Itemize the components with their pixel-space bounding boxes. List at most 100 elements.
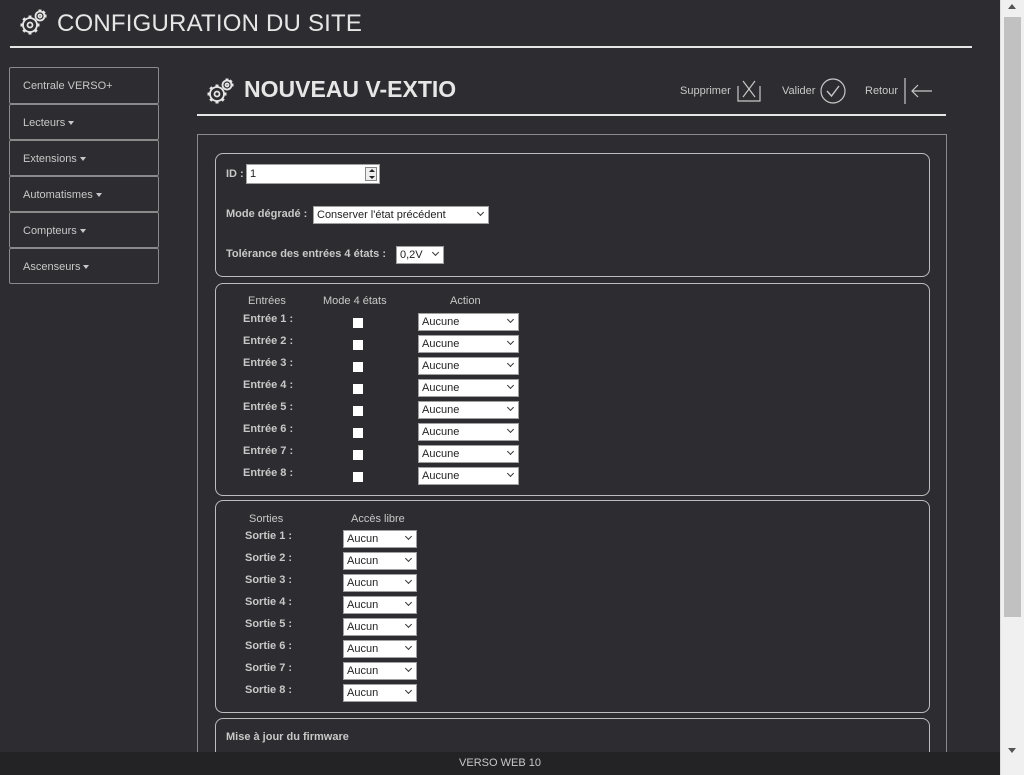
sidebar-item-label: Compteurs [23, 225, 77, 237]
sidebar-item-lecteurs[interactable]: Lecteurs [9, 104, 159, 140]
chevron-down-icon [404, 576, 413, 585]
chevron-down-icon [506, 425, 515, 434]
sidebar-item-automatismes[interactable]: Automatismes [9, 176, 159, 212]
output-access-select[interactable]: Aucun [343, 596, 417, 614]
outputs-column-header: Sorties [249, 513, 284, 525]
outputs-box: Sorties Accès libre Sortie 1 : Aucun Sorti… [215, 500, 930, 713]
chevron-down-icon [506, 469, 515, 478]
output-access-value: Aucun [347, 643, 379, 655]
four-state-checkbox[interactable] [353, 318, 363, 328]
sidebar-item-ascenseurs[interactable]: Ascenseurs [9, 248, 159, 284]
output-access-select[interactable]: Aucun [343, 552, 417, 570]
chevron-down-icon [431, 248, 440, 257]
page-scrollbar[interactable] [1000, 0, 1024, 775]
action-column-header: Action [450, 295, 481, 307]
back-button[interactable]: Retour [865, 77, 936, 105]
gear-icon [207, 78, 234, 104]
output-access-value: Aucun [347, 533, 379, 545]
four-state-checkbox[interactable] [353, 450, 363, 460]
input-action-value: Aucune [422, 382, 460, 394]
input-action-select[interactable]: Aucune [418, 401, 519, 419]
header-divider [10, 46, 972, 48]
sidebar-item-extensions[interactable]: Extensions [9, 140, 159, 176]
input-row-label: Entrée 2 : [243, 335, 294, 347]
form-panel: ID : 1 Mode dégradé : Conserver l'état p… [197, 134, 947, 775]
output-access-value: Aucun [347, 577, 379, 589]
id-label: ID : [226, 168, 244, 180]
mode-column-header: Mode 4 états [323, 295, 387, 307]
stepper-arrows-icon[interactable] [365, 167, 377, 181]
mode-select-value: Conserver l'état précédent [317, 209, 446, 221]
input-action-select[interactable]: Aucune [418, 313, 519, 331]
output-access-select[interactable]: Aucun [343, 662, 417, 680]
chevron-down-icon [506, 315, 515, 324]
four-state-checkbox[interactable] [353, 362, 363, 372]
output-row-label: Sortie 4 : [245, 596, 293, 608]
sidebar-item-label: Ascenseurs [23, 261, 81, 273]
four-state-checkbox[interactable] [353, 340, 363, 350]
close-box-icon [737, 80, 761, 102]
input-row-label: Entrée 6 : [243, 423, 294, 435]
delete-button[interactable]: Supprimer [680, 77, 763, 105]
gear-icon [20, 9, 47, 35]
scroll-up-icon[interactable] [1008, 4, 1016, 9]
mode-select[interactable]: Conserver l'état précédent [313, 206, 489, 224]
four-state-checkbox[interactable] [353, 428, 363, 438]
output-row-label: Sortie 6 : [245, 640, 293, 652]
delete-label: Supprimer [680, 85, 731, 97]
input-action-value: Aucune [422, 470, 460, 482]
output-access-value: Aucun [347, 599, 379, 611]
chevron-down-icon [404, 554, 413, 563]
page-title: NOUVEAU V-EXTIO [244, 76, 457, 102]
sidebar-item-label: Automatismes [23, 189, 93, 201]
output-access-select[interactable]: Aucun [343, 530, 417, 548]
four-state-checkbox[interactable] [353, 472, 363, 482]
input-action-select[interactable]: Aucune [418, 357, 519, 375]
chevron-down-icon [506, 447, 515, 456]
input-row-label: Entrée 5 : [243, 401, 294, 413]
output-row-label: Sortie 8 : [245, 684, 293, 696]
page-header-divider [197, 114, 946, 116]
id-stepper[interactable]: 1 [246, 164, 380, 184]
input-action-select[interactable]: Aucune [418, 379, 519, 397]
output-access-value: Aucun [347, 555, 379, 567]
sidebar-item-label: Extensions [23, 153, 77, 165]
input-action-value: Aucune [422, 404, 460, 416]
input-action-select[interactable]: Aucune [418, 467, 519, 485]
scroll-down-icon[interactable] [1008, 748, 1016, 753]
chevron-down-icon [404, 642, 413, 651]
input-row-label: Entrée 4 : [243, 379, 294, 391]
input-action-select[interactable]: Aucune [418, 423, 519, 441]
tolerance-select[interactable]: 0,2V [396, 246, 444, 264]
mode-label: Mode dégradé : [226, 208, 308, 220]
four-state-checkbox[interactable] [353, 406, 363, 416]
input-action-select[interactable]: Aucune [418, 445, 519, 463]
sidebar-item-centrale[interactable]: Centrale VERSO+ [9, 67, 159, 104]
sidebar-item-compteurs[interactable]: Compteurs [9, 212, 159, 248]
chevron-down-icon [404, 686, 413, 695]
output-access-select[interactable]: Aucun [343, 640, 417, 658]
page-header: NOUVEAU V-EXTIO Supprimer Valider Retour [197, 70, 946, 116]
output-access-select[interactable]: Aucun [343, 574, 417, 592]
output-row-label: Sortie 3 : [245, 574, 293, 586]
inputs-column-header: Entrées [248, 295, 286, 307]
scroll-thumb[interactable] [1004, 17, 1021, 617]
output-access-select[interactable]: Aucun [343, 618, 417, 636]
chevron-down-icon [404, 598, 413, 607]
output-access-select[interactable]: Aucun [343, 684, 417, 702]
tolerance-select-value: 0,2V [400, 249, 423, 261]
input-row-label: Entrée 8 : [243, 467, 294, 479]
input-action-select[interactable]: Aucune [418, 335, 519, 353]
caret-down-icon [83, 265, 90, 270]
chevron-down-icon [404, 620, 413, 629]
check-circle-icon [820, 78, 847, 104]
id-value: 1 [250, 168, 257, 180]
footer-text: VERSO WEB 10 [459, 757, 541, 769]
four-state-checkbox[interactable] [353, 384, 363, 394]
input-action-value: Aucune [422, 338, 460, 350]
output-access-value: Aucun [347, 665, 379, 677]
arrow-left-icon [904, 78, 933, 104]
caret-down-icon [79, 157, 86, 162]
chevron-down-icon [506, 337, 515, 346]
validate-button[interactable]: Valider [782, 77, 847, 105]
